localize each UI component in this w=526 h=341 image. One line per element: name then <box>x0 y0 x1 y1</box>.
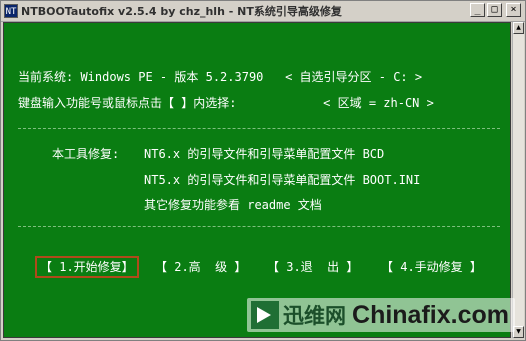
watermark-cn: 迅维网 <box>283 304 347 328</box>
app-icon: NT <box>4 4 18 18</box>
watermark-en: Chinafix.com <box>352 300 509 329</box>
exit-button[interactable]: 【 3.退 出 】 <box>264 258 361 276</box>
vertical-scrollbar[interactable]: ▲ ▼ <box>512 22 524 338</box>
tool-desc-line-2: NT5.x 的引导文件和引导菜单配置文件 BOOT.INI <box>144 173 421 187</box>
system-info-line: 当前系统: Windows PE - 版本 5.2.3790 < 自选引导分区 … <box>18 70 423 84</box>
app-window: NT NTBOOTautofix v2.5.4 by chz_hlh - NT系… <box>0 0 526 341</box>
play-arrow-logo-icon <box>251 301 280 329</box>
console-area: 当前系统: Windows PE - 版本 5.2.3790 < 自选引导分区 … <box>3 22 511 338</box>
tool-desc-label: 本工具修复: <box>52 147 120 161</box>
scroll-up-icon[interactable]: ▲ <box>513 22 524 34</box>
separator-top <box>18 128 500 129</box>
separator-bottom <box>18 226 500 227</box>
advanced-button[interactable]: 【 2.高 级 】 <box>152 258 249 276</box>
tool-desc-line-1: NT6.x 的引导文件和引导菜单配置文件 BCD <box>144 147 385 161</box>
maximize-button[interactable]: □ <box>487 3 502 17</box>
window-title: NTBOOTautofix v2.5.4 by chz_hlh - NT系统引导… <box>21 5 342 18</box>
start-repair-button[interactable]: 【 1.开始修复】 <box>35 256 139 278</box>
title-bar[interactable]: NT NTBOOTautofix v2.5.4 by chz_hlh - NT系… <box>1 1 525 22</box>
watermark: 迅维网 Chinafix.com <box>247 298 515 332</box>
input-hint-line: 键盘输入功能号或鼠标点击【 】内选择: < 区域 = zh-CN > <box>18 96 434 110</box>
tool-desc-line-3: 其它修复功能参看 readme 文档 <box>144 198 322 212</box>
manual-repair-button[interactable]: 【 4.手动修复 】 <box>378 258 485 276</box>
minimize-button[interactable]: _ <box>470 3 485 17</box>
window-controls: _ □ × <box>470 3 521 17</box>
close-button[interactable]: × <box>506 3 521 17</box>
